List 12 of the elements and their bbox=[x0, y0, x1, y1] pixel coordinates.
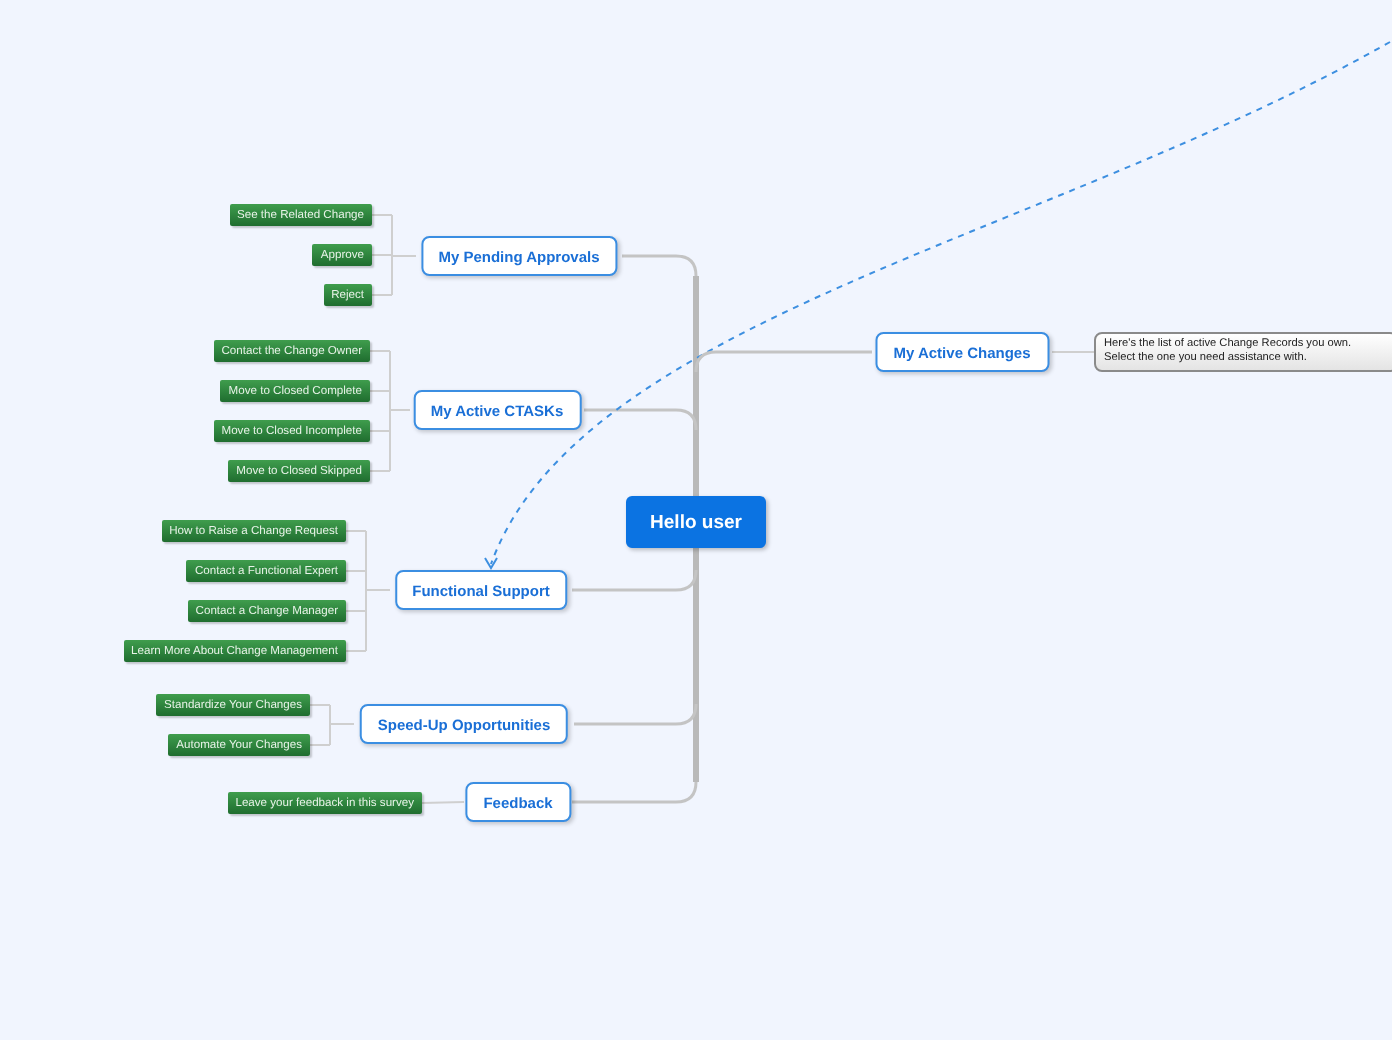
leaf-connector bbox=[309, 704, 355, 746]
branch-connector bbox=[574, 703, 698, 726]
branch-connector bbox=[572, 569, 698, 592]
leaf-connector bbox=[369, 350, 411, 472]
leaf-connector bbox=[345, 530, 391, 652]
leaf-connector bbox=[421, 801, 465, 804]
leaf-connector bbox=[371, 214, 417, 296]
branch-connector bbox=[622, 254, 698, 277]
root-topic[interactable]: Hello user bbox=[626, 496, 766, 548]
branch-connector bbox=[584, 408, 698, 431]
note-connector bbox=[1051, 351, 1095, 353]
branch-connector bbox=[572, 781, 698, 804]
